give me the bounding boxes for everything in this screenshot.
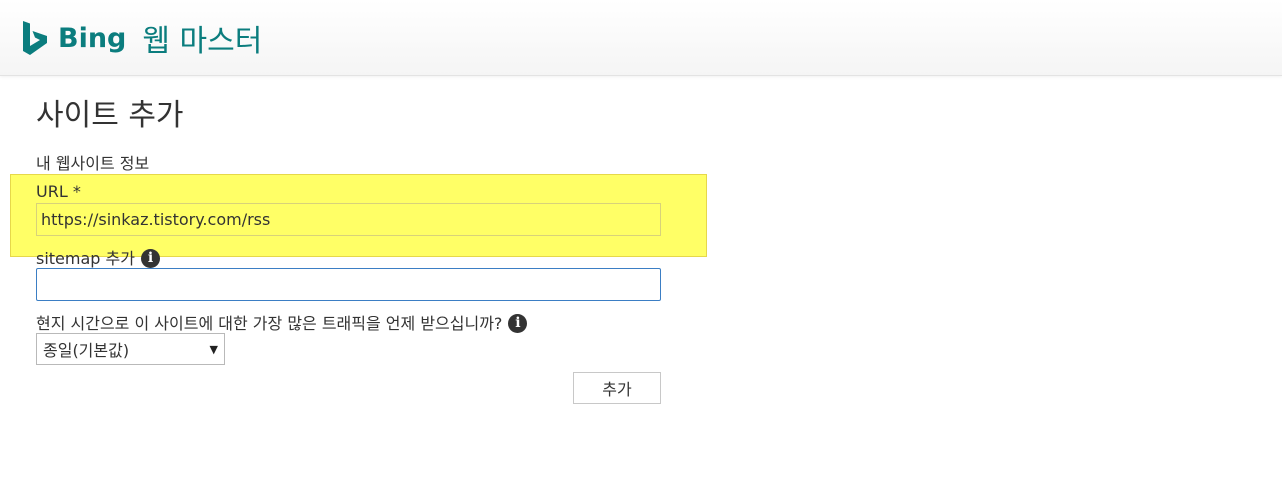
info-icon[interactable]: i [508, 313, 528, 333]
info-icon[interactable]: i [140, 248, 160, 268]
add-site-button[interactable]: 추가 [573, 372, 661, 404]
traffic-label: 현지 시간으로 이 사이트에 대한 가장 많은 트래픽을 언제 받으십니까? [36, 314, 503, 333]
url-label: URL * [36, 182, 81, 201]
sitemap-label: sitemap 추가 [36, 249, 135, 268]
page-title: 사이트 추가 [36, 98, 184, 133]
bing-webmaster-logo[interactable]: Bing 웹 마스터 [22, 18, 263, 59]
sitemap-label-row: sitemap 추가 i [36, 245, 160, 269]
brand-name: Bing [58, 22, 127, 54]
sitemap-input[interactable] [36, 268, 661, 301]
header-bar: Bing 웹 마스터 [0, 0, 1282, 76]
select-value: 종일(기본값) [43, 341, 130, 360]
product-name: 웹 마스터 [142, 24, 263, 59]
section-title: 내 웹사이트 정보 [36, 154, 150, 173]
traffic-time-select[interactable]: 종일(기본값) ▼ [36, 333, 225, 365]
bing-logo-icon [22, 20, 48, 56]
chevron-down-icon: ▼ [209, 342, 218, 356]
url-input[interactable] [36, 203, 661, 236]
traffic-label-row: 현지 시간으로 이 사이트에 대한 가장 많은 트래픽을 언제 받으십니까? i [36, 310, 528, 334]
